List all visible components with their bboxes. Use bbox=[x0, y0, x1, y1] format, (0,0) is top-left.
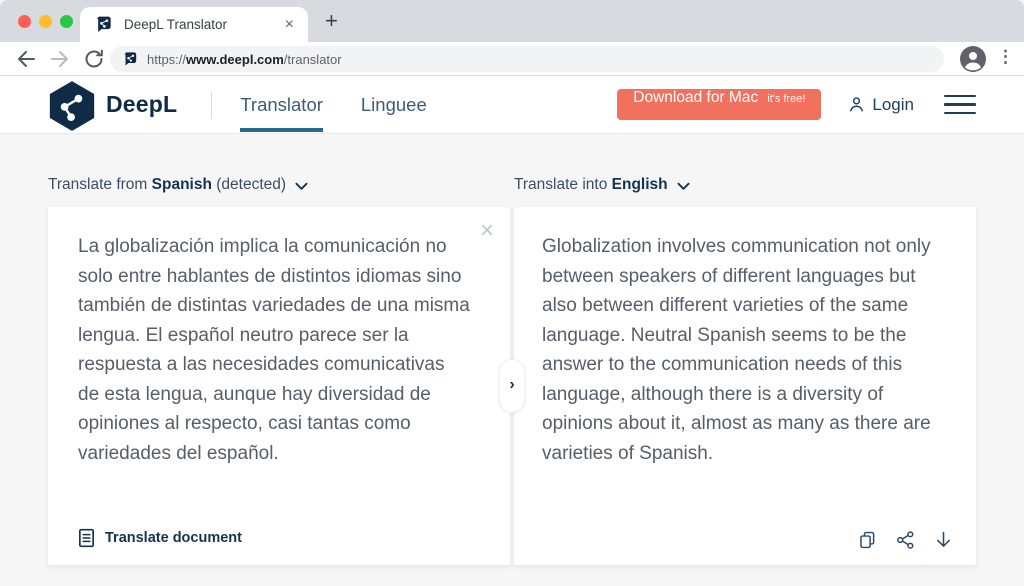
download-for-mac-button[interactable]: Download for Mac it's free! bbox=[617, 89, 821, 120]
tab-linguee[interactable]: Linguee bbox=[361, 76, 427, 134]
url-text: https://www.deepl.com/translator bbox=[147, 52, 342, 67]
forward-icon[interactable] bbox=[48, 47, 72, 71]
tab-translator[interactable]: Translator bbox=[240, 76, 323, 134]
browser-menu-icon[interactable]: ⋮ bbox=[997, 47, 1014, 67]
language-bars: Translate from Spanish (detected) Transl… bbox=[48, 134, 976, 194]
tab-close-icon[interactable]: × bbox=[285, 17, 294, 33]
site-favicon bbox=[122, 51, 139, 68]
clear-text-icon[interactable]: × bbox=[480, 219, 494, 243]
login-label: Login bbox=[872, 95, 914, 115]
translator-panels: La globalización implica la comunicación… bbox=[48, 207, 976, 565]
site-header: DeepL Translator Linguee Download for Ma… bbox=[0, 76, 1024, 134]
profile-avatar-icon[interactable] bbox=[960, 46, 986, 72]
close-window-button[interactable] bbox=[18, 15, 31, 28]
source-language-label: Translate from Spanish (detected) bbox=[48, 176, 286, 194]
arrow-right-icon: › bbox=[509, 376, 514, 394]
document-icon bbox=[78, 528, 95, 548]
download-note: it's free! bbox=[767, 93, 805, 105]
source-language-selector[interactable]: Translate from Spanish (detected) bbox=[48, 176, 510, 194]
deepl-favicon bbox=[94, 15, 114, 35]
chevron-down-icon bbox=[295, 182, 308, 191]
target-language-selector[interactable]: Translate into English bbox=[514, 176, 976, 194]
reload-icon[interactable] bbox=[82, 47, 106, 71]
target-language: English bbox=[612, 176, 668, 193]
translate-document-label: Translate document bbox=[105, 530, 242, 546]
tab-title: DeepL Translator bbox=[124, 17, 285, 32]
back-icon[interactable] bbox=[14, 47, 38, 71]
copy-icon[interactable] bbox=[857, 529, 878, 551]
url-scheme: https:// bbox=[147, 52, 186, 67]
browser-window: DeepL Translator × + https://www.deepl.c… bbox=[0, 0, 1024, 586]
target-prefix: Translate into bbox=[514, 176, 607, 193]
chevron-down-icon bbox=[677, 182, 690, 191]
address-bar[interactable]: https://www.deepl.com/translator bbox=[110, 46, 944, 72]
download-icon[interactable] bbox=[933, 529, 954, 551]
source-panel[interactable]: La globalización implica la comunicación… bbox=[48, 207, 510, 565]
target-language-label: Translate into English bbox=[514, 176, 668, 194]
share-icon[interactable] bbox=[895, 529, 916, 551]
source-text[interactable]: La globalización implica la comunicación… bbox=[48, 207, 510, 468]
source-prefix: Translate from bbox=[48, 176, 147, 193]
traffic-lights bbox=[18, 15, 73, 28]
swap-languages-button[interactable]: › bbox=[499, 359, 526, 413]
browser-toolbar: https://www.deepl.com/translator ⋮ bbox=[0, 42, 1024, 76]
person-icon bbox=[847, 95, 866, 114]
source-language: Spanish bbox=[152, 176, 212, 193]
target-panel: Globalization involves communication not… bbox=[514, 207, 976, 565]
browser-tab[interactable]: DeepL Translator × bbox=[80, 7, 308, 42]
target-actions bbox=[857, 529, 954, 551]
hamburger-menu-icon[interactable] bbox=[944, 95, 976, 115]
deepl-logo bbox=[48, 80, 96, 132]
url-path: /translator bbox=[284, 52, 342, 67]
new-tab-button[interactable]: + bbox=[325, 8, 338, 34]
url-host: www.deepl.com bbox=[186, 52, 284, 67]
minimize-window-button[interactable] bbox=[39, 15, 52, 28]
translate-document-button[interactable]: Translate document bbox=[78, 528, 242, 548]
tab-strip: DeepL Translator × + bbox=[0, 0, 1024, 42]
translator-main: Translate from Spanish (detected) Transl… bbox=[0, 134, 1024, 586]
login-button[interactable]: Login bbox=[847, 95, 914, 115]
header-divider bbox=[211, 91, 212, 119]
brand-name: DeepL bbox=[106, 91, 177, 118]
header-actions: Download for Mac it's free! Login bbox=[617, 89, 976, 120]
detected-suffix: (detected) bbox=[216, 176, 286, 193]
target-text: Globalization involves communication not… bbox=[514, 207, 976, 468]
download-label: Download for Mac bbox=[633, 89, 758, 107]
zoom-window-button[interactable] bbox=[60, 15, 73, 28]
